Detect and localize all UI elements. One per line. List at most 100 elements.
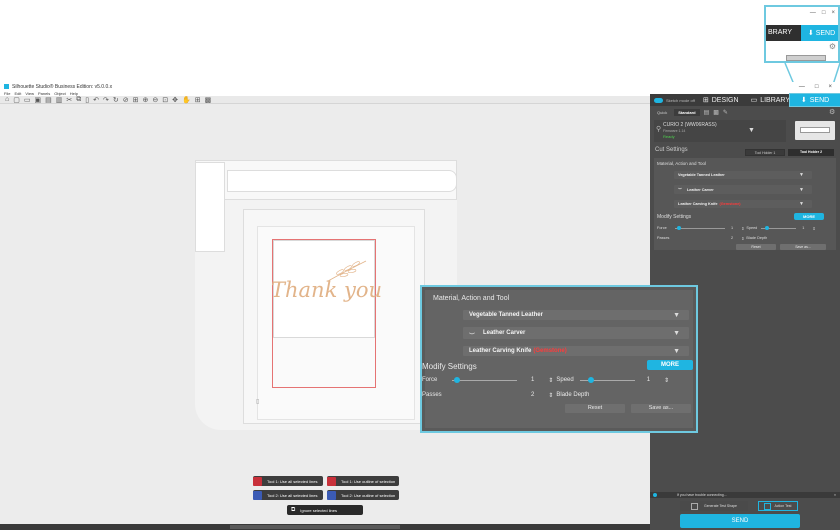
save-icon[interactable]: ▣ xyxy=(34,96,41,104)
tab-design[interactable]: ⊞ DESIGN xyxy=(703,96,739,105)
zoom-send-tab[interactable]: ⬇ SEND xyxy=(801,25,838,41)
zoom-library-tab[interactable]: BRARY xyxy=(768,29,792,36)
rotate-icon[interactable]: ↻ xyxy=(113,96,119,104)
machine-rail xyxy=(227,170,457,192)
tool1-all-lines-button[interactable]: Tool 1: Use all selected lines xyxy=(253,476,323,486)
grid-icon[interactable]: ⊞ xyxy=(195,96,201,104)
zoom-force-handle[interactable] xyxy=(454,376,460,383)
maximize-button[interactable]: □ xyxy=(822,10,826,16)
zoom-passes-stepper[interactable]: ⇕ xyxy=(548,392,553,399)
tool1-icon xyxy=(327,476,336,486)
gear-icon[interactable]: ⚙ xyxy=(829,42,836,51)
machine-left-side xyxy=(195,162,225,252)
tool2-all-lines-button[interactable]: Tool 2: Use all selected lines xyxy=(253,490,323,500)
zoom-speed-slider[interactable] xyxy=(579,376,635,383)
close-button[interactable]: × xyxy=(831,10,835,16)
zoom-tool-dropdown[interactable]: Leather Carving Knife (Gemstone) ▼ xyxy=(463,346,689,356)
close-button[interactable]: × xyxy=(828,84,832,90)
library-icon[interactable]: ▤ xyxy=(45,96,52,104)
device-image xyxy=(795,121,835,140)
redo-icon[interactable]: ↷ xyxy=(103,96,109,104)
more-button[interactable]: MORE xyxy=(794,213,824,220)
usb-icon: ⚲ xyxy=(656,126,662,133)
zoom-material-dropdown[interactable]: Vegetable Tanned Leather ▼ xyxy=(463,310,689,320)
sketch-mode-label: Sketch mode off xyxy=(666,97,695,103)
tab-send[interactable]: ⬇ SEND xyxy=(789,93,840,107)
minimize-button[interactable]: — xyxy=(799,84,805,90)
connection-alert: If you have trouble connecting... × xyxy=(650,492,840,498)
design-card[interactable]: Thank you xyxy=(271,240,382,338)
panel-gear-icon[interactable]: ⚙ xyxy=(829,108,835,116)
tab-standard[interactable]: Standard xyxy=(674,109,700,116)
passes-stepper[interactable]: ⇕ xyxy=(741,236,744,241)
device-dropdown-arrow[interactable]: ▼ xyxy=(748,127,755,134)
tool-suffix: (Gemstone) xyxy=(719,202,741,206)
test-icon xyxy=(764,502,772,510)
force-slider[interactable] xyxy=(675,225,725,230)
fill-icon[interactable]: ▩ xyxy=(713,109,719,116)
send-button[interactable]: SEND xyxy=(680,514,800,528)
zoom-in-icon[interactable]: ⊕ xyxy=(142,96,148,104)
tool-holder-1-tab[interactable]: Tool Holder 1 xyxy=(745,149,785,156)
tool1-outline-button[interactable]: Tool 1: Use outline of selection xyxy=(327,476,399,486)
tool-holder-2-tab[interactable]: Tool Holder 2 xyxy=(788,149,834,156)
tool2-icon xyxy=(327,490,336,500)
horizontal-scrollbar[interactable] xyxy=(230,525,400,529)
new-icon[interactable]: ▢ xyxy=(13,96,20,104)
close-icon[interactable]: × xyxy=(834,493,836,497)
undo-icon[interactable]: ↶ xyxy=(93,96,99,104)
zoom-speed-stepper[interactable]: ⇕ xyxy=(664,377,669,384)
zoom-more-button[interactable]: MORE xyxy=(647,360,693,370)
speed-slider[interactable] xyxy=(761,225,797,230)
mat-marker: ▯ xyxy=(256,399,260,405)
action-test-button[interactable]: Action Test xyxy=(758,501,798,511)
generate-test-shape-button[interactable]: Generate Test Shape xyxy=(680,501,748,511)
action-dropdown[interactable]: ⌣ Leather Carver ▼ xyxy=(674,185,812,194)
device-firmware: Firmware 1.14 xyxy=(663,129,686,133)
weld-icon[interactable]: ⊘ xyxy=(123,96,129,104)
zoom-action-dropdown[interactable]: ⌣ Leather Carver ▼ xyxy=(463,327,689,339)
zoom-tool-suffix: (Gemstone) xyxy=(533,348,567,354)
sketch-icon[interactable]: ✎ xyxy=(723,109,728,116)
zoom-speed-handle[interactable] xyxy=(587,376,594,383)
zoom-force-stepper[interactable]: ⇕ xyxy=(548,377,553,384)
material-section-title: Material, Action and Tool xyxy=(657,161,706,166)
group-icon[interactable]: ⊞ xyxy=(133,96,139,104)
sketch-mode-toggle[interactable] xyxy=(654,97,663,103)
machine-thumbnail xyxy=(786,55,826,61)
tab-quick[interactable]: Quick xyxy=(654,109,670,116)
print-icon[interactable]: ▥ xyxy=(56,96,63,104)
device-status: Ready xyxy=(663,134,675,139)
cut-icon[interactable]: ✂ xyxy=(66,96,72,104)
tool-dropdown[interactable]: Leather Carving Knife (Gemstone) ▼ xyxy=(674,200,812,208)
hand-icon[interactable]: ✋ xyxy=(182,96,191,104)
ignore-lines-button[interactable]: ⧉ Ignore selected lines xyxy=(287,505,363,515)
save-as-button[interactable]: Save as... xyxy=(780,244,826,250)
force-stepper[interactable]: ⇕ xyxy=(741,226,744,231)
zoom-reset-button[interactable]: Reset xyxy=(565,404,625,413)
reset-button[interactable]: Reset xyxy=(736,244,776,250)
tool1-icon xyxy=(253,476,262,486)
maximize-button[interactable]: □ xyxy=(815,84,819,90)
tab-library[interactable]: ▭ LIBRARY xyxy=(751,96,790,105)
pan-icon[interactable]: ✥ xyxy=(172,96,178,104)
force-slider-handle[interactable] xyxy=(677,225,681,230)
tool2-outline-button[interactable]: Tool 2: Use outline of selection xyxy=(327,490,399,500)
paste-icon[interactable]: ▯ xyxy=(85,96,89,104)
speed-stepper[interactable]: ⇕ xyxy=(812,226,815,231)
zoom-save-as-button[interactable]: Save as... xyxy=(631,404,691,413)
zoom-force-slider[interactable] xyxy=(452,376,517,383)
zoom-out-icon[interactable]: ⊖ xyxy=(152,96,158,104)
material-dropdown[interactable]: Vegetable Tanned Leather ▼ xyxy=(674,171,812,179)
device-selector[interactable]: ⚲ CURIO 2 (WW06RASS) Firmware 1.14 Ready… xyxy=(654,120,786,142)
open-icon[interactable]: ▭ xyxy=(24,96,31,104)
fill-icon[interactable]: ▩ xyxy=(205,96,212,104)
copy-icon[interactable]: ⧉ xyxy=(76,96,81,104)
layers-icon[interactable]: ▤ xyxy=(704,109,710,116)
zoom-window-controls: — □ × xyxy=(810,10,835,16)
home-icon[interactable]: ⌂ xyxy=(5,96,9,103)
speed-slider-handle[interactable] xyxy=(765,225,770,230)
minimize-button[interactable]: — xyxy=(810,10,816,16)
zoom-fit-icon[interactable]: ⊡ xyxy=(162,96,168,104)
chevron-down-icon: ▼ xyxy=(799,186,804,193)
